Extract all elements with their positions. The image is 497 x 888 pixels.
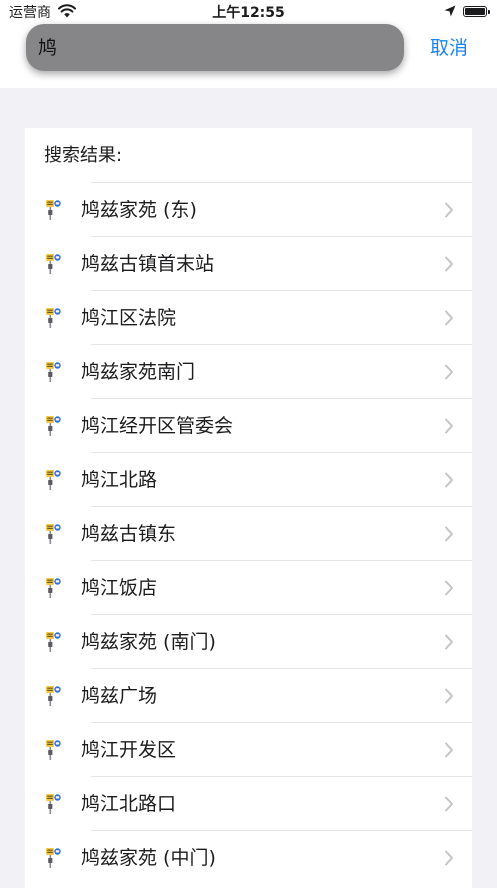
station-name: 鸠江开发区 <box>81 739 177 761</box>
bus-stop-icon <box>46 254 61 274</box>
list-item[interactable]: 鸠兹广场 <box>46 668 472 722</box>
bus-stop-icon <box>46 686 61 706</box>
chevron-right-icon <box>445 850 453 866</box>
bus-stop-icon <box>46 416 61 436</box>
station-name: 鸠兹家苑南门 <box>81 361 196 383</box>
chevron-right-icon <box>445 742 453 758</box>
station-name: 鸠兹家苑 (南门) <box>81 631 216 653</box>
list-item[interactable]: 鸠江北路 <box>46 452 472 506</box>
location-arrow-icon <box>444 5 456 17</box>
search-input-value: 鸠 <box>38 37 58 59</box>
cancel-button[interactable]: 取消 <box>430 36 468 60</box>
station-name: 鸠兹古镇首末站 <box>81 253 215 275</box>
list-item[interactable]: 鸠江北路口 <box>46 776 472 830</box>
station-name: 鸠兹广场 <box>81 685 158 707</box>
results-list: 鸠兹家苑 (东) 鸠兹古镇首末站 鸠江区法院 鸠兹家苑南门 鸠江经开区管委会 鸠… <box>25 182 472 884</box>
chevron-right-icon <box>445 580 453 596</box>
list-item[interactable]: 鸠兹古镇东 <box>46 506 472 560</box>
bus-stop-icon <box>46 200 61 220</box>
list-item[interactable]: 鸠兹古镇首末站 <box>46 236 472 290</box>
bus-stop-icon <box>46 578 61 598</box>
bus-stop-icon <box>46 632 61 652</box>
top-bar: 运营商 上午12:55 鸠 取消 <box>0 0 497 88</box>
bus-stop-icon <box>46 470 61 490</box>
chevron-right-icon <box>445 688 453 704</box>
list-item[interactable]: 鸠江饭店 <box>46 560 472 614</box>
chevron-right-icon <box>445 310 453 326</box>
station-name: 鸠江区法院 <box>81 307 177 329</box>
chevron-right-icon <box>445 634 453 650</box>
chevron-right-icon <box>445 364 453 380</box>
station-name: 鸠江北路 <box>81 469 158 491</box>
chevron-right-icon <box>445 472 453 488</box>
chevron-right-icon <box>445 796 453 812</box>
station-name: 鸠兹家苑 (东) <box>81 199 197 221</box>
bus-stop-icon <box>46 794 61 814</box>
station-name: 鸠兹古镇东 <box>81 523 177 545</box>
list-item[interactable]: 鸠兹家苑 (南门) <box>46 614 472 668</box>
station-name: 鸠兹家苑 (中门) <box>81 847 216 869</box>
station-name: 鸠江经开区管委会 <box>81 415 234 437</box>
bus-stop-icon <box>46 308 61 328</box>
status-bar: 运营商 上午12:55 <box>0 0 497 26</box>
chevron-right-icon <box>445 256 453 272</box>
list-item[interactable]: 鸠兹家苑 (中门) <box>46 830 472 884</box>
station-name: 鸠江饭店 <box>81 577 158 599</box>
bus-stop-icon <box>46 740 61 760</box>
results-heading: 搜索结果: <box>44 145 123 166</box>
list-item[interactable]: 鸠江经开区管委会 <box>46 398 472 452</box>
bus-stop-icon <box>46 848 61 868</box>
chevron-right-icon <box>445 526 453 542</box>
bus-stop-icon <box>46 524 61 544</box>
chevron-right-icon <box>445 202 453 218</box>
bus-stop-icon <box>46 362 61 382</box>
list-item[interactable]: 鸠江区法院 <box>46 290 472 344</box>
chevron-right-icon <box>445 418 453 434</box>
search-input[interactable]: 鸠 <box>26 24 404 71</box>
station-name: 鸠江北路口 <box>81 793 177 815</box>
results-panel: 搜索结果: 鸠兹家苑 (东) 鸠兹古镇首末站 鸠江区法院 鸠兹家苑南门 鸠江经开… <box>25 128 472 888</box>
list-item[interactable]: 鸠兹家苑南门 <box>46 344 472 398</box>
list-item[interactable]: 鸠兹家苑 (东) <box>46 182 472 236</box>
clock: 上午12:55 <box>212 5 285 21</box>
list-item[interactable]: 鸠江开发区 <box>46 722 472 776</box>
battery-icon <box>463 6 490 17</box>
